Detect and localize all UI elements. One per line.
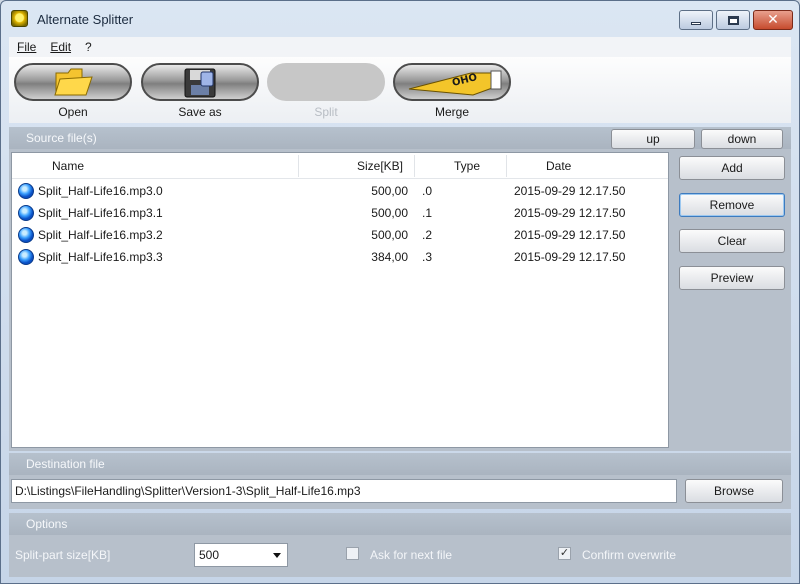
merge-label: Merge [434, 105, 469, 119]
column-name[interactable]: Name [52, 153, 84, 179]
title-bar[interactable]: Alternate Splitter ✕ [1, 1, 799, 37]
file-size: 500,00 [371, 228, 408, 242]
open-label: Open [58, 105, 88, 119]
close-icon: ✕ [767, 12, 779, 28]
column-separator[interactable] [414, 155, 415, 177]
chevron-down-icon [273, 553, 281, 558]
split-button[interactable]: Split [267, 63, 385, 119]
audio-file-icon [18, 227, 34, 243]
file-size: 500,00 [371, 184, 408, 198]
file-row[interactable]: Split_Half-Life16.mp3.3 384,00 .3 2015-0… [12, 246, 668, 268]
file-date: 2015-09-29 12.17.50 [514, 206, 626, 220]
column-size[interactable]: Size[KB] [357, 153, 403, 179]
checkmark-icon: ✓ [559, 547, 570, 559]
menu-file[interactable]: File [17, 40, 36, 54]
audio-file-icon [18, 183, 34, 199]
column-separator[interactable] [506, 155, 507, 177]
file-size: 384,00 [371, 250, 408, 264]
file-list[interactable]: Name Size[KB] Type Date Split_Half-Life1… [11, 152, 669, 448]
file-type: .0 [422, 184, 433, 198]
remove-button[interactable]: Remove [679, 193, 785, 217]
folder-icon [54, 68, 93, 96]
ask-next-file-label: Ask for next file [370, 548, 453, 562]
split-size-select[interactable]: 500 [194, 543, 288, 567]
file-date: 2015-09-29 12.17.50 [514, 228, 626, 242]
file-type: .3 [422, 250, 433, 264]
app-icon [11, 10, 28, 27]
confirm-overwrite-checkbox[interactable]: ✓ [558, 547, 571, 560]
menu-help[interactable]: ? [85, 40, 92, 54]
audio-file-icon [18, 205, 34, 221]
file-list-header: Name Size[KB] Type Date [12, 153, 668, 179]
minimize-icon [691, 21, 701, 25]
file-date: 2015-09-29 12.17.50 [514, 184, 626, 198]
confirm-overwrite-label: Confirm overwrite [582, 548, 677, 562]
file-name: Split_Half-Life16.mp3.0 [38, 184, 163, 198]
column-separator[interactable] [298, 155, 299, 177]
maximize-button[interactable] [716, 10, 750, 30]
options-section-title: Options [26, 517, 68, 531]
options-section-header: Options [9, 513, 791, 535]
add-button[interactable]: Add [679, 156, 785, 180]
file-name: Split_Half-Life16.mp3.1 [38, 206, 163, 220]
floppy-disk-icon [184, 68, 216, 98]
merge-button[interactable]: OHO Merge [393, 63, 511, 119]
file-date: 2015-09-29 12.17.50 [514, 250, 626, 264]
file-size: 500,00 [371, 206, 408, 220]
menu-bar: File Edit ? [9, 37, 791, 57]
destination-section-header: Destination file [9, 453, 791, 475]
save-as-button[interactable]: Save as [141, 63, 259, 119]
destination-path-input[interactable]: D:\Listings\FileHandling\Splitter\Versio… [11, 479, 677, 503]
split-label: Split [314, 105, 338, 119]
menu-edit[interactable]: Edit [50, 40, 71, 54]
destination-section-title: Destination file [26, 457, 105, 471]
column-type[interactable]: Type [454, 153, 480, 179]
ask-next-file-checkbox[interactable] [346, 547, 359, 560]
file-name: Split_Half-Life16.mp3.2 [38, 228, 163, 242]
file-row[interactable]: Split_Half-Life16.mp3.1 500,00 .1 2015-0… [12, 202, 668, 224]
file-type: .2 [422, 228, 433, 242]
app-window: Alternate Splitter ✕ File Edit ? Open Sa… [0, 0, 800, 584]
split-size-value: 500 [199, 548, 220, 562]
browse-button[interactable]: Browse [685, 479, 783, 503]
file-row[interactable]: Split_Half-Life16.mp3.0 500,00 .0 2015-0… [12, 180, 668, 202]
maximize-icon [727, 15, 739, 25]
open-button[interactable]: Open [14, 63, 132, 119]
clear-button[interactable]: Clear [679, 229, 785, 253]
move-down-button[interactable]: down [701, 129, 783, 149]
file-name: Split_Half-Life16.mp3.3 [38, 250, 163, 264]
preview-button[interactable]: Preview [679, 266, 785, 290]
move-up-button[interactable]: up [611, 129, 695, 149]
window-title: Alternate Splitter [37, 12, 134, 27]
split-size-label: Split-part size[KB] [15, 548, 111, 562]
close-button[interactable]: ✕ [753, 10, 793, 30]
file-row[interactable]: Split_Half-Life16.mp3.2 500,00 .2 2015-0… [12, 224, 668, 246]
split-button-frame [267, 63, 385, 101]
toolbar: Open Save as Split OHO Merge [9, 57, 791, 123]
source-section-title: Source file(s) [26, 131, 97, 145]
column-date[interactable]: Date [546, 153, 571, 179]
glue-tube-icon: OHO [408, 70, 502, 96]
audio-file-icon [18, 249, 34, 265]
minimize-button[interactable] [679, 10, 713, 30]
save-as-label: Save as [178, 105, 222, 119]
file-type: .1 [422, 206, 433, 220]
